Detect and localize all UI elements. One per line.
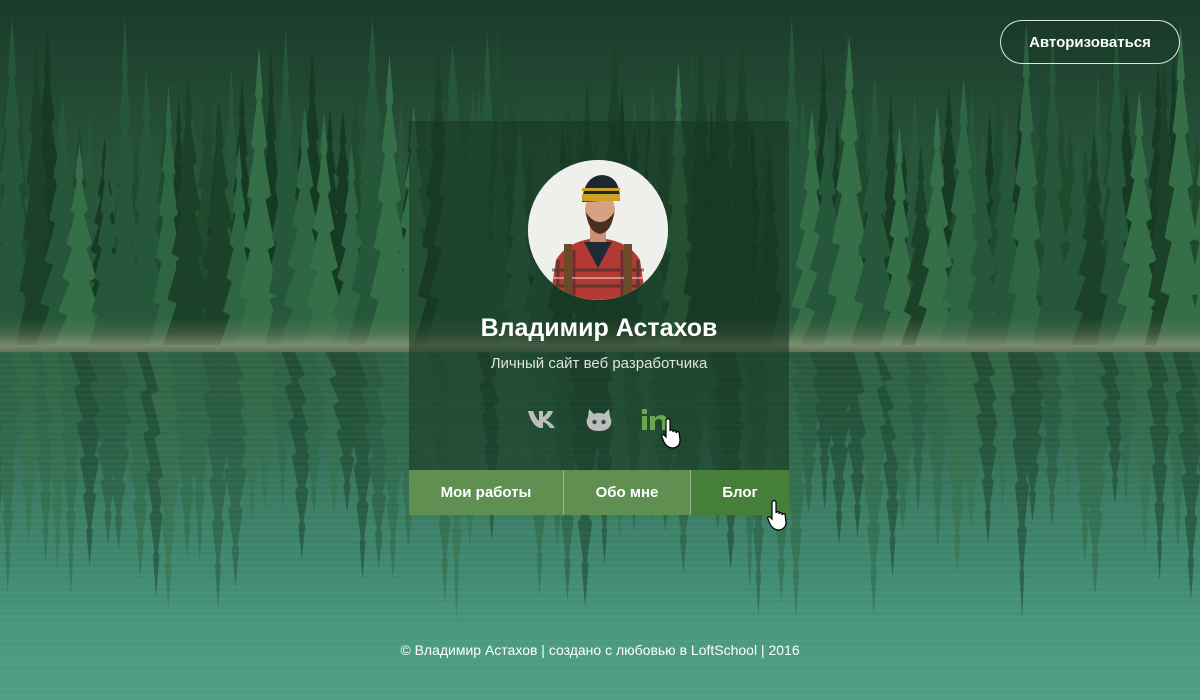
- github-link[interactable]: [582, 402, 616, 436]
- login-button[interactable]: Авторизоваться: [1000, 20, 1180, 64]
- person-avatar-icon: [528, 160, 668, 300]
- vk-link[interactable]: [526, 402, 560, 436]
- nav-about-button[interactable]: Обо мне: [564, 470, 691, 515]
- footer-copyright: © Владимир Астахов | создано с любовью в…: [400, 642, 800, 658]
- vk-icon: [528, 411, 555, 428]
- avatar: [528, 160, 668, 300]
- nav-my-works-button[interactable]: Мои работы: [409, 470, 564, 515]
- linkedin-link[interactable]: [638, 402, 672, 436]
- linkedin-icon: [642, 409, 667, 430]
- main-navigation: Мои работы Обо мне Блог: [409, 470, 789, 515]
- social-links: [409, 402, 789, 436]
- profile-name: Владимир Астахов: [480, 314, 718, 342]
- profile-subtitle: Личный сайт веб разработчика: [490, 355, 708, 372]
- nav-blog-button[interactable]: Блог: [691, 470, 789, 515]
- github-icon: [586, 409, 612, 431]
